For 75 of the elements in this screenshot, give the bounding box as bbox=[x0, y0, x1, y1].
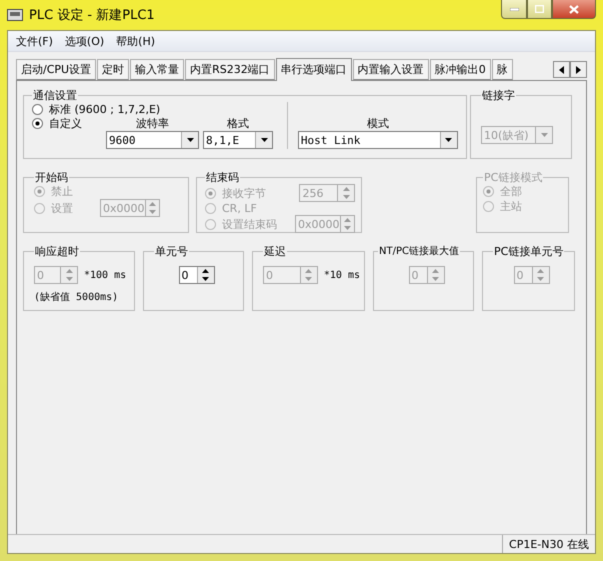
up-arrow-icon bbox=[305, 269, 312, 273]
radio-label: 设置结束码 bbox=[222, 216, 277, 232]
minimize-button[interactable] bbox=[501, 0, 527, 19]
up-arrow-icon bbox=[342, 187, 350, 191]
dropdown[interactable]: 8,1,E bbox=[203, 131, 273, 149]
caret-icon bbox=[260, 138, 268, 142]
radio-label: 接收字节 bbox=[222, 186, 266, 200]
radio-label: 全部 bbox=[500, 184, 522, 199]
scroll-left-button[interactable] bbox=[553, 61, 570, 78]
field-label: 波特率 bbox=[136, 116, 169, 131]
radio-label: 禁止 bbox=[51, 184, 73, 199]
radio-label: 设置 bbox=[51, 200, 73, 216]
group-title: PC链接模式 bbox=[483, 171, 544, 184]
caret-icon bbox=[186, 138, 194, 142]
down-arrow-icon bbox=[66, 277, 72, 281]
tab[interactable]: 串行选项端口 bbox=[276, 58, 352, 81]
tab[interactable]: 输入常量 bbox=[130, 59, 184, 80]
default-note: (缺省值 5000ms) bbox=[34, 292, 118, 303]
radio-label: CR, LF bbox=[222, 202, 257, 215]
radio-button[interactable] bbox=[32, 104, 43, 114]
up-arrow-icon bbox=[66, 269, 72, 273]
tab[interactable]: 脉冲输出0 bbox=[430, 59, 491, 80]
spin-field[interactable]: 0 bbox=[178, 266, 214, 284]
tab[interactable]: 定时 bbox=[97, 59, 130, 80]
caret-icon bbox=[540, 133, 548, 137]
unit-label: *10 ms bbox=[324, 270, 360, 280]
unit-label: *100 ms bbox=[84, 270, 126, 280]
tab[interactable]: 启动/CPU设置 bbox=[16, 59, 96, 80]
scroll-right-button[interactable] bbox=[570, 61, 587, 78]
group-title: 延迟 bbox=[263, 245, 287, 258]
down-arrow-icon bbox=[344, 226, 351, 230]
field-label: 模式 bbox=[366, 116, 389, 131]
down-arrow-icon bbox=[342, 195, 350, 199]
menu-item[interactable]: 文件(F) bbox=[10, 34, 59, 48]
window-title: PLC 设定 - 新建PLC1 bbox=[29, 7, 155, 24]
right-arrow-icon bbox=[576, 66, 581, 74]
close-button[interactable] bbox=[552, 0, 596, 19]
down-arrow-icon bbox=[202, 277, 209, 281]
left-arrow-icon bbox=[559, 66, 564, 74]
up-arrow-icon bbox=[202, 269, 209, 273]
down-arrow-icon bbox=[148, 210, 156, 214]
menu-item[interactable]: 选项(O) bbox=[58, 34, 110, 48]
radio-label: 主站 bbox=[500, 199, 522, 214]
group-title: PC链接单元号 bbox=[493, 245, 564, 258]
up-arrow-icon bbox=[432, 269, 439, 273]
caret-icon bbox=[445, 138, 452, 142]
down-arrow-icon bbox=[305, 277, 312, 281]
tab[interactable]: 内置RS232端口 bbox=[185, 59, 275, 80]
group-title: 通信设置 bbox=[32, 89, 78, 102]
close-icon bbox=[569, 4, 579, 14]
group-title: 开始码 bbox=[34, 171, 69, 184]
dropdown[interactable]: Host Link bbox=[298, 131, 458, 149]
minimize-icon bbox=[510, 8, 518, 10]
plc-icon bbox=[7, 8, 23, 22]
group-title: NT/PC链接最大值 bbox=[378, 245, 460, 258]
menu-item[interactable]: 帮助(H) bbox=[110, 34, 162, 48]
group-title: 链接字 bbox=[481, 89, 516, 102]
dropdown[interactable]: 9600 bbox=[106, 131, 199, 149]
down-arrow-icon bbox=[432, 277, 439, 281]
radio-button[interactable] bbox=[32, 118, 43, 128]
radio-label: 标准 (9600 ; 1,7,2,E) bbox=[49, 102, 160, 116]
maximize-icon bbox=[535, 5, 544, 13]
group-title: 响应超时 bbox=[34, 245, 80, 258]
up-arrow-icon bbox=[344, 218, 351, 222]
up-arrow-icon bbox=[537, 269, 544, 273]
status-text: CP1E-N30 在线 bbox=[502, 535, 595, 553]
group-title: 结束码 bbox=[205, 171, 240, 184]
maximize-button[interactable] bbox=[527, 0, 552, 19]
up-arrow-icon bbox=[148, 202, 156, 206]
group-title: 单元号 bbox=[154, 245, 189, 258]
down-arrow-icon bbox=[537, 277, 544, 281]
tab[interactable]: 脉 bbox=[492, 59, 513, 80]
radio-label: 自定义 bbox=[49, 116, 82, 130]
field-label: 格式 bbox=[227, 116, 249, 131]
tab[interactable]: 内置输入设置 bbox=[352, 59, 429, 80]
